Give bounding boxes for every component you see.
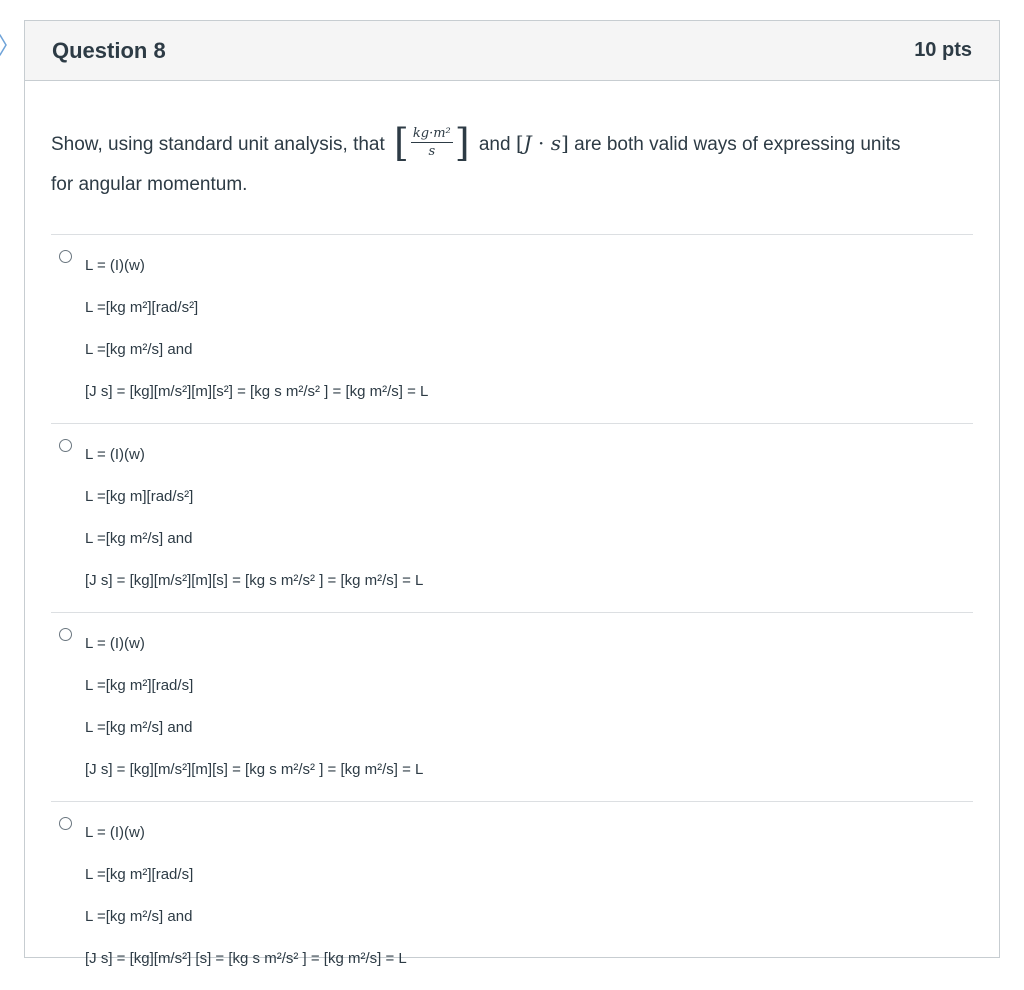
answer-list: L = (I)(w) L =[kg m²][rad/s²] L =[kg m²/… (51, 234, 973, 990)
answer-line: [J s] = [kg][m/s²][m][s] = [kg s m²/s² ]… (85, 761, 424, 778)
question-card: Question 8 10 pts Show, using standard u… (24, 20, 1000, 967)
question-body: Show, using standard unit analysis, that… (25, 123, 999, 990)
question-text: Show, using standard unit analysis, that… (51, 123, 973, 205)
answer-line: L = (I)(w) (85, 257, 145, 274)
answer-line: [J s] = [kg][m/s²][m][s] = [kg s m²/s² ]… (85, 572, 424, 589)
unit-fraction: [ kg·m² s ] (394, 120, 470, 165)
answer-radio[interactable] (59, 628, 72, 641)
joule-second-unit: [J · s] (515, 131, 569, 155)
fraction-denominator: s (428, 144, 436, 160)
answer-line: L = (I)(w) (85, 824, 145, 841)
question-text-line2: for angular momentum. (51, 174, 248, 195)
answer-line: L =[kg m²][rad/s²] (85, 299, 199, 316)
answer-line: L =[kg m][rad/s²] (85, 488, 194, 505)
answer-line: L =[kg m²/s] and (85, 530, 193, 547)
answer-radio[interactable] (59, 439, 72, 452)
answer-line: L =[kg m²][rad/s] (85, 677, 194, 694)
answer-option[interactable]: L = (I)(w) L =[kg m²][rad/s] L =[kg m²/s… (51, 802, 973, 990)
answer-line: L =[kg m²/s] and (85, 719, 193, 736)
question-flag-icon[interactable] (0, 34, 8, 56)
question-points: 10 pts (914, 39, 972, 61)
answer-option[interactable]: L = (I)(w) L =[kg m²][rad/s] L =[kg m²/s… (51, 613, 973, 802)
answer-line: L = (I)(w) (85, 446, 145, 463)
answer-option[interactable]: L = (I)(w) L =[kg m²][rad/s²] L =[kg m²/… (51, 235, 973, 424)
question-text-rest: are both valid ways of expressing units (574, 134, 901, 155)
answer-line: L =[kg m²][rad/s] (85, 866, 194, 883)
answer-radio[interactable] (59, 817, 72, 830)
question-title: Question 8 (52, 37, 166, 63)
answer-option[interactable]: L = (I)(w) L =[kg m][rad/s²] L =[kg m²/s… (51, 424, 973, 613)
answer-line: L = (I)(w) (85, 635, 145, 652)
question-text-and: and (478, 134, 511, 155)
fraction-numerator: kg·m² (410, 126, 453, 144)
question-header: Question 8 10 pts (25, 21, 999, 81)
answer-line: [J s] = [kg][m/s²][m][s²] = [kg s m²/s² … (85, 383, 429, 400)
answer-line: [J s] = [kg][m/s²] [s] = [kg s m²/s² ] =… (85, 950, 407, 967)
answer-line: L =[kg m²/s] and (85, 341, 193, 358)
answer-line: L =[kg m²/s] and (85, 908, 193, 925)
answer-radio[interactable] (59, 250, 72, 263)
question-text-intro: Show, using standard unit analysis, that (51, 134, 385, 155)
